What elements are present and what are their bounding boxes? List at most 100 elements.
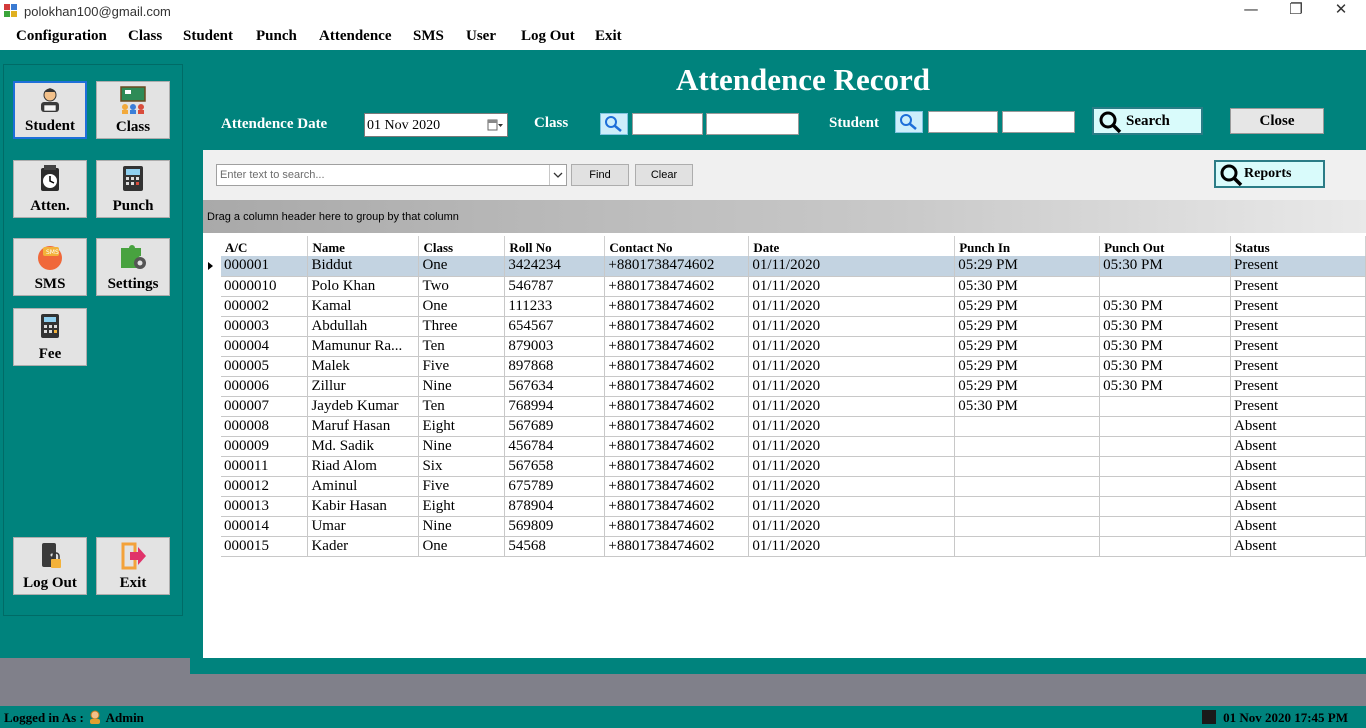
group-by-panel[interactable]: Drag a column header here to group by th…: [203, 200, 1366, 233]
cell-contact-no[interactable]: +8801738474602: [604, 416, 750, 437]
cell-punch-in[interactable]: [954, 496, 1101, 517]
cell-roll-no[interactable]: 879003: [504, 336, 606, 357]
cell-contact-no[interactable]: +8801738474602: [604, 376, 750, 397]
close-window-button[interactable]: ✕: [1318, 0, 1364, 24]
cell-class[interactable]: Eight: [418, 496, 506, 517]
cell-class[interactable]: Six: [418, 456, 506, 477]
cell-contact-no[interactable]: +8801738474602: [604, 396, 750, 417]
sidebar-punch-button[interactable]: Punch: [96, 160, 170, 218]
col-header-status[interactable]: Status: [1230, 236, 1366, 256]
cell-roll-no[interactable]: 569809: [504, 516, 606, 537]
attendence-date-picker[interactable]: 01 Nov 2020: [364, 113, 508, 137]
cell-punch-out[interactable]: [1099, 396, 1232, 417]
cell-class[interactable]: One: [418, 256, 506, 277]
cell-punch-in[interactable]: [954, 516, 1101, 537]
cell-status[interactable]: Present: [1230, 356, 1366, 377]
cell-date[interactable]: 01/11/2020: [748, 316, 956, 337]
cell-date[interactable]: 01/11/2020: [748, 256, 956, 277]
col-header-roll-no[interactable]: Roll No: [504, 236, 606, 256]
cell-contact-no[interactable]: +8801738474602: [604, 356, 750, 377]
cell-punch-out[interactable]: [1099, 276, 1232, 297]
col-header-punch-in[interactable]: Punch In: [954, 236, 1101, 256]
cell-class[interactable]: One: [418, 296, 506, 317]
grid-search-input[interactable]: Enter text to search...: [216, 164, 567, 186]
cell-punch-out[interactable]: [1099, 456, 1232, 477]
cell-date[interactable]: 01/11/2020: [748, 516, 956, 537]
cell-contact-no[interactable]: +8801738474602: [604, 296, 750, 317]
cell-roll-no[interactable]: 878904: [504, 496, 606, 517]
table-row[interactable]: 000001 Biddut One 3424234 +8801738474602 01/1…: [221, 256, 1366, 277]
cell-ac[interactable]: 000004: [221, 336, 309, 357]
cell-class[interactable]: Five: [418, 356, 506, 377]
cell-class[interactable]: Five: [418, 476, 506, 497]
cell-status[interactable]: Absent: [1230, 516, 1366, 537]
sidebar-class-button[interactable]: Class: [96, 81, 170, 139]
cell-class[interactable]: Nine: [418, 376, 506, 397]
cell-punch-out[interactable]: [1099, 496, 1232, 517]
cell-date[interactable]: 01/11/2020: [748, 456, 956, 477]
cell-punch-out[interactable]: 05:30 PM: [1099, 296, 1232, 317]
cell-punch-out[interactable]: 05:30 PM: [1099, 256, 1232, 277]
cell-punch-out[interactable]: 05:30 PM: [1099, 316, 1232, 337]
cell-contact-no[interactable]: +8801738474602: [604, 476, 750, 497]
cell-class[interactable]: Eight: [418, 416, 506, 437]
clear-button[interactable]: Clear: [635, 164, 693, 186]
cell-ac[interactable]: 000003: [221, 316, 309, 337]
col-header-punch-out[interactable]: Punch Out: [1099, 236, 1232, 256]
cell-punch-in[interactable]: [954, 436, 1101, 457]
cell-contact-no[interactable]: +8801738474602: [604, 256, 750, 277]
sidebar-settings-button[interactable]: Settings: [96, 238, 170, 296]
cell-status[interactable]: Absent: [1230, 436, 1366, 457]
cell-roll-no[interactable]: 654567: [504, 316, 606, 337]
cell-status[interactable]: Absent: [1230, 476, 1366, 497]
cell-punch-in[interactable]: 05:29 PM: [954, 316, 1101, 337]
cell-punch-in[interactable]: 05:29 PM: [954, 356, 1101, 377]
cell-class[interactable]: Three: [418, 316, 506, 337]
menu-punch[interactable]: Punch: [256, 28, 297, 45]
find-button[interactable]: Find: [571, 164, 629, 186]
cell-contact-no[interactable]: +8801738474602: [604, 436, 750, 457]
student-code-field[interactable]: [928, 111, 998, 133]
reports-button[interactable]: Reports: [1214, 160, 1325, 188]
class-code-field[interactable]: [632, 113, 703, 135]
cell-punch-out[interactable]: 05:30 PM: [1099, 376, 1232, 397]
cell-ac[interactable]: 000007: [221, 396, 309, 417]
cell-punch-out[interactable]: [1099, 476, 1232, 497]
cell-status[interactable]: Present: [1230, 256, 1366, 277]
cell-name[interactable]: Abdullah: [307, 316, 420, 337]
minimize-button[interactable]: —: [1228, 0, 1274, 24]
cell-name[interactable]: Polo Khan: [307, 276, 420, 297]
menu-user[interactable]: User: [466, 28, 496, 45]
cell-ac[interactable]: 000006: [221, 376, 309, 397]
cell-punch-in[interactable]: 05:29 PM: [954, 296, 1101, 317]
table-row[interactable]: 000007 Jaydeb Kumar Ten 768994 +880173847460…: [221, 396, 1366, 417]
sidebar-fee-button[interactable]: Fee: [13, 308, 87, 366]
cell-roll-no[interactable]: 567634: [504, 376, 606, 397]
cell-contact-no[interactable]: +8801738474602: [604, 456, 750, 477]
col-header-contact-no[interactable]: Contact No: [604, 236, 750, 256]
cell-name[interactable]: Kamal: [307, 296, 420, 317]
cell-contact-no[interactable]: +8801738474602: [604, 276, 750, 297]
col-header-name[interactable]: Name: [307, 236, 420, 256]
cell-ac[interactable]: 000009: [221, 436, 309, 457]
menu-class[interactable]: Class: [128, 28, 162, 45]
cell-name[interactable]: Maruf Hasan: [307, 416, 420, 437]
sidebar-logout-button[interactable]: Log Out: [13, 537, 87, 595]
cell-punch-in[interactable]: [954, 476, 1101, 497]
sidebar-sms-button[interactable]: SMS SMS: [13, 238, 87, 296]
cell-roll-no[interactable]: 897868: [504, 356, 606, 377]
cell-punch-in[interactable]: [954, 536, 1101, 557]
cell-date[interactable]: 01/11/2020: [748, 356, 956, 377]
cell-punch-in[interactable]: 05:30 PM: [954, 396, 1101, 417]
cell-status[interactable]: Present: [1230, 376, 1366, 397]
cell-punch-out[interactable]: [1099, 416, 1232, 437]
sidebar-student-button[interactable]: Student: [13, 81, 87, 139]
cell-date[interactable]: 01/11/2020: [748, 336, 956, 357]
cell-date[interactable]: 01/11/2020: [748, 536, 956, 557]
cell-punch-in[interactable]: 05:29 PM: [954, 256, 1101, 277]
cell-punch-out[interactable]: [1099, 536, 1232, 557]
class-lookup-button[interactable]: [600, 113, 628, 135]
cell-status[interactable]: Present: [1230, 296, 1366, 317]
cell-status[interactable]: Present: [1230, 276, 1366, 297]
cell-contact-no[interactable]: +8801738474602: [604, 496, 750, 517]
